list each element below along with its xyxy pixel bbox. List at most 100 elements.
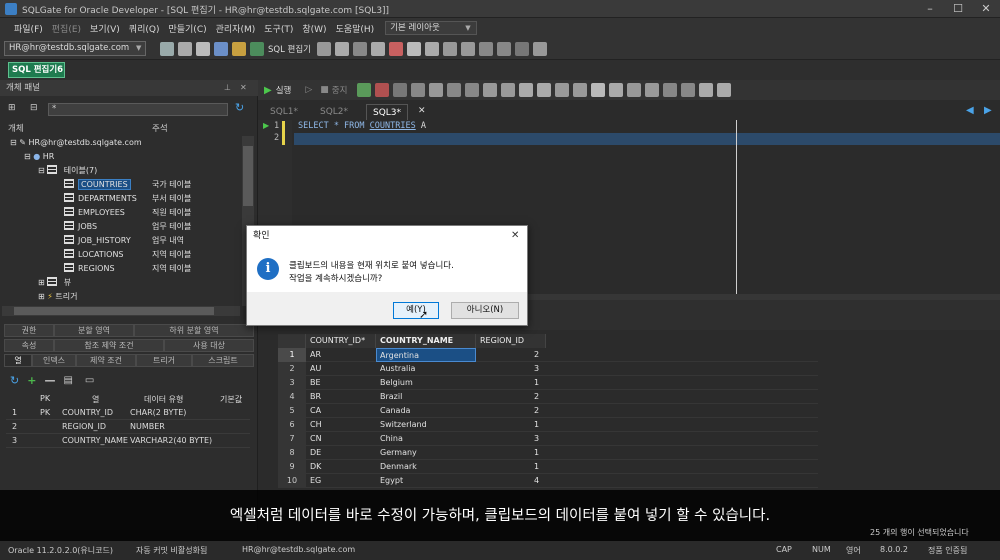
- tab-sql2[interactable]: SQL2*: [314, 104, 354, 120]
- tree-item-employees[interactable]: EMPLOYEES: [64, 206, 125, 220]
- comment-icon[interactable]: [447, 83, 462, 97]
- menu-help[interactable]: 도움말(H): [336, 22, 375, 35]
- explain-icon[interactable]: [393, 83, 408, 97]
- tree-hscrollbar[interactable]: [2, 306, 240, 316]
- menu-create[interactable]: 만들기(C): [168, 22, 206, 35]
- comment-icon[interactable]: ▭: [85, 375, 94, 386]
- tree-triggers-folder[interactable]: ⊞ ⚡ 트리거: [38, 290, 78, 304]
- tab-properties[interactable]: 속성: [4, 339, 54, 352]
- cell-region-id[interactable]: 1: [534, 460, 539, 474]
- window2-icon[interactable]: [460, 42, 475, 56]
- tab-sql1[interactable]: SQL1*: [264, 104, 304, 120]
- tab-privileges[interactable]: 권한: [4, 324, 54, 337]
- table-row[interactable]: 4 BR Brazil 2: [278, 390, 818, 404]
- close-icon[interactable]: ✕: [511, 230, 519, 241]
- menu-file[interactable]: 파일(F): [14, 22, 43, 35]
- table-row[interactable]: 10 EG Egypt 4: [278, 474, 818, 488]
- cell-country-name[interactable]: Egypt: [380, 474, 403, 488]
- upper-icon[interactable]: [555, 83, 570, 97]
- find-icon[interactable]: [429, 83, 444, 97]
- outdent-icon[interactable]: [501, 83, 516, 97]
- object-filter-input[interactable]: *: [48, 103, 228, 116]
- minimize-button[interactable]: –: [916, 1, 944, 17]
- indent-icon[interactable]: [483, 83, 498, 97]
- expand-icon[interactable]: ⊞: [38, 292, 45, 301]
- chart-icon[interactable]: [388, 42, 403, 56]
- grid-icon[interactable]: [591, 83, 606, 97]
- grid-header-country-name[interactable]: COUNTRY_NAME: [376, 334, 476, 348]
- table-row[interactable]: 3 BE Belgium 1: [278, 376, 818, 390]
- table-row[interactable]: 8 DE Germany 1: [278, 446, 818, 460]
- tree-tables-folder[interactable]: ⊟ 테이블(7): [38, 164, 97, 178]
- run-current-icon[interactable]: ▷: [305, 85, 312, 95]
- split-icon[interactable]: [496, 42, 511, 56]
- cell-region-id[interactable]: 3: [534, 362, 539, 376]
- cell-country-id[interactable]: CN: [310, 432, 322, 446]
- import-icon[interactable]: [424, 42, 439, 56]
- bracket-icon[interactable]: [519, 83, 534, 97]
- format-icon[interactable]: [411, 83, 426, 97]
- tool-icon[interactable]: [352, 42, 367, 56]
- doc2-icon[interactable]: [717, 83, 732, 97]
- sql-editor-label[interactable]: SQL 편집기: [268, 43, 311, 55]
- grid-header-country-id[interactable]: COUNTRY_ID*: [306, 334, 376, 348]
- refresh-icon[interactable]: ↻: [10, 374, 19, 387]
- no-button[interactable]: 아니오(N): [451, 302, 519, 319]
- pin-icon[interactable]: ⊥: [224, 83, 231, 92]
- list-icon[interactable]: [627, 83, 642, 97]
- expand-all-icon[interactable]: ⊞: [8, 103, 16, 113]
- close-button[interactable]: ✕: [972, 1, 1000, 17]
- grid-icon[interactable]: [334, 42, 349, 56]
- refresh-icon[interactable]: ↻: [235, 101, 244, 114]
- lower-icon[interactable]: [573, 83, 588, 97]
- menu-tools[interactable]: 도구(T): [264, 22, 293, 35]
- cell-country-name[interactable]: Argentina: [376, 348, 476, 362]
- result-grid[interactable]: COUNTRY_ID* COUNTRY_NAME REGION_ID 1 AR …: [278, 334, 818, 494]
- cell-country-name[interactable]: Denmark: [380, 460, 417, 474]
- table-icon[interactable]: [609, 83, 624, 97]
- rollback-icon[interactable]: [375, 83, 390, 97]
- table-row[interactable]: 2 REGION_ID NUMBER: [6, 420, 250, 434]
- close-tab-icon[interactable]: ✕: [418, 106, 426, 116]
- menu-view[interactable]: 보기(V): [90, 22, 120, 35]
- table-row[interactable]: 5 CA Canada 2: [278, 404, 818, 418]
- close-icon[interactable]: ✕: [240, 83, 247, 92]
- commit-icon[interactable]: [357, 83, 372, 97]
- cell-country-name[interactable]: Australia: [380, 362, 415, 376]
- sql-editor-icon[interactable]: [250, 42, 264, 56]
- code-line-1[interactable]: SELECT * FROM COUNTRIES A: [298, 121, 426, 131]
- tile-icon[interactable]: [478, 42, 493, 56]
- tree-item-regions[interactable]: REGIONS: [64, 262, 115, 276]
- export-icon[interactable]: [406, 42, 421, 56]
- tab-sql3[interactable]: SQL3*: [366, 104, 409, 120]
- tab-subpartitions[interactable]: 하위 분할 영역: [134, 324, 254, 337]
- snippet-icon[interactable]: [681, 83, 696, 97]
- cell-country-name[interactable]: Switzerland: [380, 418, 427, 432]
- yes-button[interactable]: 예(Y): [393, 302, 439, 319]
- menu-manager[interactable]: 관리자(M): [216, 22, 256, 35]
- table-row[interactable]: 3 COUNTRY_NAME VARCHAR2(40 BYTE): [6, 434, 250, 448]
- maximize-button[interactable]: ☐: [944, 1, 972, 17]
- cell-country-name[interactable]: China: [380, 432, 403, 446]
- gear-icon[interactable]: [370, 42, 385, 56]
- run-icon[interactable]: ▶: [264, 85, 272, 96]
- tab-references[interactable]: 참조 제약 조건: [54, 339, 164, 352]
- print-icon[interactable]: ▤: [63, 375, 72, 386]
- add-icon[interactable]: +: [27, 374, 36, 387]
- tree-views-folder[interactable]: ⊞ 뷰: [38, 276, 71, 290]
- table-row[interactable]: 9 DK Denmark 1: [278, 460, 818, 474]
- expand-icon[interactable]: ⊞: [38, 278, 45, 287]
- cell-country-name[interactable]: Canada: [380, 404, 410, 418]
- remove-icon[interactable]: —: [44, 374, 55, 387]
- cell-region-id[interactable]: 3: [534, 432, 539, 446]
- database-icon[interactable]: [214, 42, 228, 56]
- cell-country-id[interactable]: DE: [310, 446, 321, 460]
- collapse-icon[interactable]: ⊟: [24, 152, 31, 161]
- tree-item-locations[interactable]: LOCATIONS: [64, 248, 124, 262]
- brace-icon[interactable]: [537, 83, 552, 97]
- cell-country-name[interactable]: Germany: [380, 446, 417, 460]
- menu-query[interactable]: 쿼리(Q): [129, 22, 160, 35]
- cell-country-id[interactable]: DK: [310, 460, 321, 474]
- table-icon[interactable]: [316, 42, 331, 56]
- settings-icon[interactable]: [532, 42, 547, 56]
